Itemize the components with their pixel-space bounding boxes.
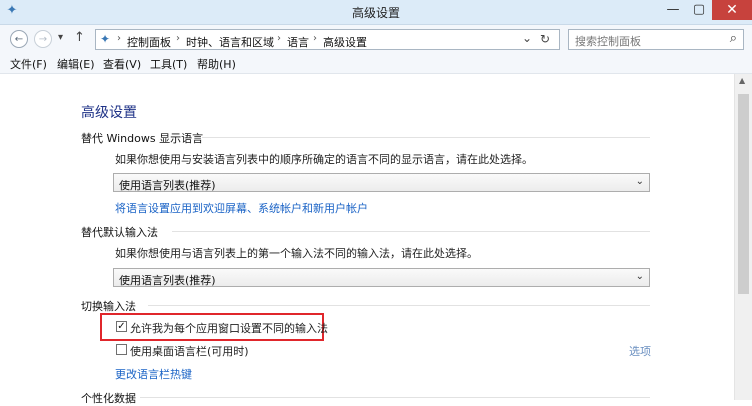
vertical-scrollbar[interactable]: ▲ <box>734 74 752 400</box>
breadcrumb-language[interactable]: 语言 <box>287 34 309 50</box>
minimize-button[interactable]: — <box>660 0 686 20</box>
up-button[interactable]: ↑ <box>74 30 85 45</box>
chevron-down-icon: ⌄ <box>635 176 644 187</box>
breadcrumb-clock-language-region[interactable]: 时钟、语言和区域 <box>186 34 274 50</box>
per-app-input-checkbox[interactable]: ✓ <box>116 321 127 332</box>
apply-to-welcome-screen-link[interactable]: 将语言设置应用到欢迎屏幕、系统帐户和新用户帐户 <box>115 200 368 216</box>
scrollbar-thumb[interactable] <box>738 94 749 294</box>
section-divider <box>140 397 650 398</box>
navigation-bar: ← → ▾ ↑ ✦ › 控制面板 › 时钟、语言和区域 › 语言 › 高级设置 … <box>0 25 752 53</box>
maximize-button[interactable]: ▢ <box>686 0 712 20</box>
search-input[interactable]: 搜索控制面板 ⌕ <box>568 29 744 50</box>
breadcrumb-separator: › <box>313 33 317 44</box>
display-language-select[interactable]: 使用语言列表(推荐) ⌄ <box>113 173 650 192</box>
breadcrumb-separator: › <box>117 33 121 44</box>
section-divider <box>148 305 650 306</box>
section-title-default-input: 替代默认输入法 <box>81 226 158 239</box>
chevron-down-icon: ⌄ <box>635 271 644 282</box>
breadcrumb-separator: › <box>176 33 180 44</box>
back-button[interactable]: ← <box>10 30 28 48</box>
display-language-description: 如果你想使用与安装语言列表中的顺序所确定的语言不同的显示语言，请在此处选择。 <box>115 153 533 166</box>
default-input-select[interactable]: 使用语言列表(推荐) ⌄ <box>113 268 650 287</box>
page-title: 高级设置 <box>81 105 137 121</box>
default-input-description: 如果你想使用与语言列表上的第一个输入法不同的输入法，请在此处选择。 <box>115 247 478 260</box>
recent-locations-dropdown[interactable]: ▾ <box>58 32 63 43</box>
per-app-input-label[interactable]: 允许我为每个应用窗口设置不同的输入法 <box>130 320 328 336</box>
scroll-up-icon[interactable]: ▲ <box>739 76 745 85</box>
default-input-select-value: 使用语言列表(推荐) <box>119 274 216 287</box>
menu-tools[interactable]: 工具(T) <box>150 56 187 72</box>
section-title-switch-input: 切换输入法 <box>81 300 136 313</box>
menu-help[interactable]: 帮助(H) <box>197 56 236 72</box>
address-bar[interactable]: ✦ › 控制面板 › 时钟、语言和区域 › 语言 › 高级设置 ⌄ ↻ <box>95 29 560 50</box>
window-title: 高级设置 <box>351 6 400 20</box>
section-title-personalization: 个性化数据 <box>81 392 136 405</box>
refresh-icon[interactable]: ↻ <box>540 32 550 46</box>
options-link[interactable]: 选项 <box>629 343 651 359</box>
section-title-display-language: 替代 Windows 显示语言 <box>81 132 204 145</box>
breadcrumb-separator: › <box>277 33 281 44</box>
address-dropdown-icon[interactable]: ⌄ <box>522 31 532 45</box>
close-button[interactable]: ✕ <box>712 0 752 20</box>
search-placeholder: 搜索控制面板 <box>575 35 641 48</box>
forward-button[interactable]: → <box>34 30 52 48</box>
control-panel-icon: ✦ <box>100 32 111 46</box>
menu-file[interactable]: 文件(F) <box>10 56 47 72</box>
change-language-bar-hotkeys-link[interactable]: 更改语言栏热键 <box>115 366 192 382</box>
breadcrumb-control-panel[interactable]: 控制面板 <box>127 34 171 50</box>
desktop-language-bar-label[interactable]: 使用桌面语言栏(可用时) <box>130 343 249 359</box>
search-icon[interactable]: ⌕ <box>730 31 737 46</box>
menu-view[interactable]: 查看(V) <box>103 56 141 72</box>
section-divider <box>172 231 650 232</box>
display-language-select-value: 使用语言列表(推荐) <box>119 179 216 192</box>
desktop-language-bar-checkbox[interactable] <box>116 344 127 355</box>
title-bar: ✦ 高级设置 — ▢ ✕ <box>0 0 752 25</box>
menu-edit[interactable]: 编辑(E) <box>57 56 95 72</box>
menu-bar: 文件(F) 编辑(E) 查看(V) 工具(T) 帮助(H) <box>0 53 752 74</box>
section-divider <box>202 137 650 138</box>
breadcrumb-advanced-settings[interactable]: 高级设置 <box>323 34 367 50</box>
